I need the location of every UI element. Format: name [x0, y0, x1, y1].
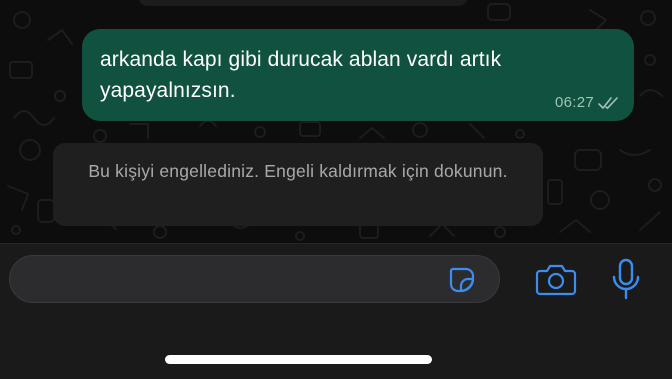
previous-message-fragment: [138, 0, 468, 6]
microphone-icon: [612, 258, 640, 300]
outgoing-message-text: arkanda kapı gibi durucak ablan vardı ar…: [100, 48, 502, 102]
message-meta: 06:27: [555, 94, 620, 111]
message-input[interactable]: [9, 255, 500, 303]
blocked-contact-notice-text: Bu kişiyi engellediniz. Engeli kaldırmak…: [88, 161, 508, 181]
input-bar: [0, 243, 672, 379]
camera-icon: [535, 264, 577, 296]
outgoing-message-bubble[interactable]: arkanda kapı gibi durucak ablan vardı ar…: [82, 29, 634, 121]
sticker-icon: [449, 267, 475, 293]
message-time: 06:27: [554, 94, 594, 111]
sticker-button[interactable]: [444, 262, 480, 298]
microphone-button[interactable]: [608, 257, 644, 303]
double-check-icon: [598, 96, 618, 109]
camera-button[interactable]: [534, 260, 578, 300]
home-indicator[interactable]: [165, 355, 432, 364]
chat-area[interactable]: arkanda kapı gibi durucak ablan vardı ar…: [0, 0, 672, 243]
blocked-contact-notice[interactable]: Bu kişiyi engellediniz. Engeli kaldırmak…: [53, 143, 543, 226]
